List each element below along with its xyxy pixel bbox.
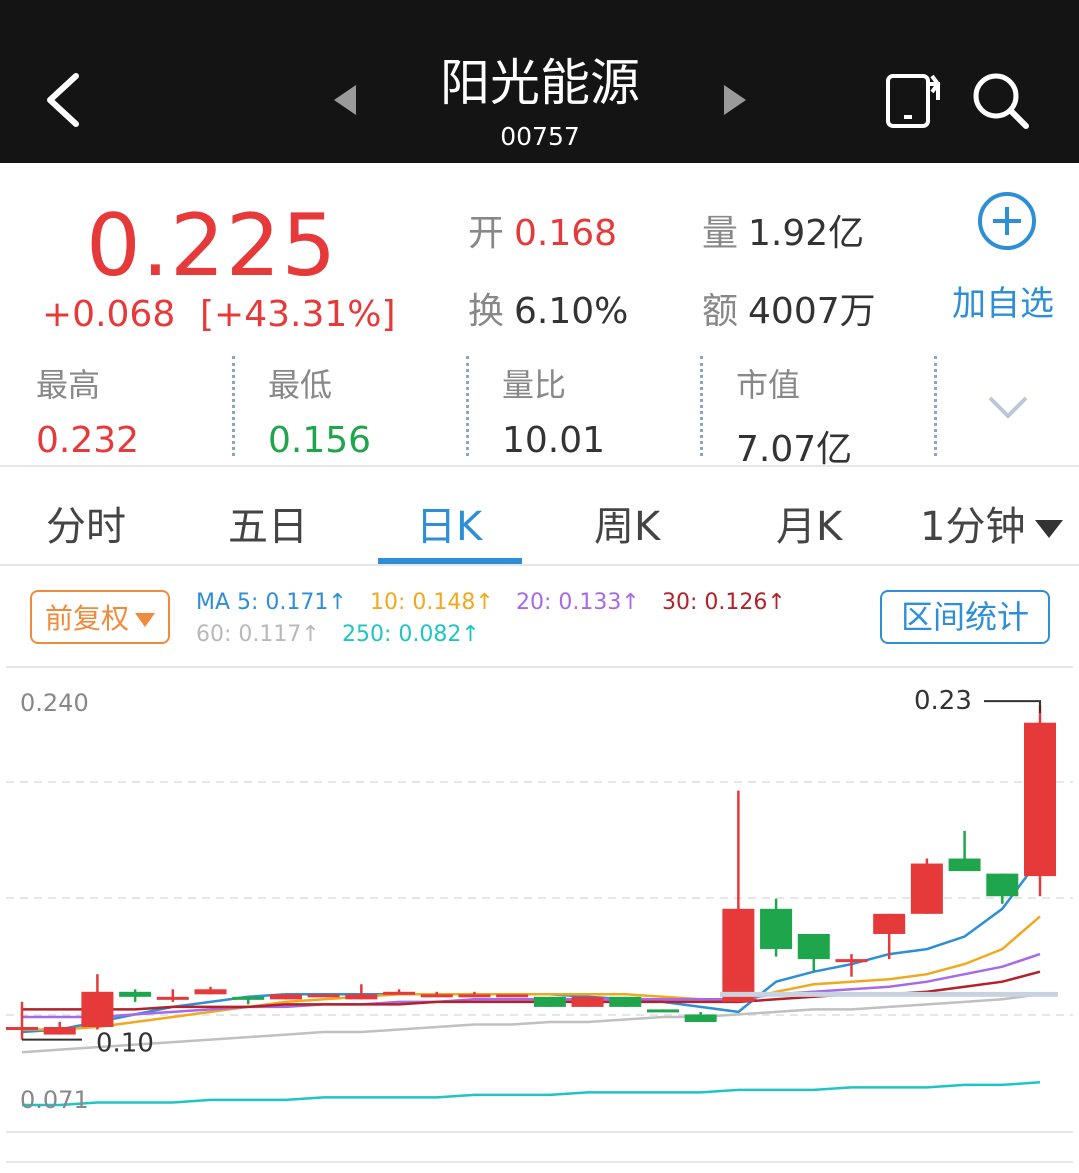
candle-body xyxy=(948,858,981,872)
range-statistics-button[interactable]: 区间统计 xyxy=(880,590,1050,644)
stat-label: 量比 xyxy=(502,366,567,404)
add-watchlist-button[interactable]: 加自选 xyxy=(952,276,1054,325)
candle-body xyxy=(496,994,529,998)
open-label: 开 xyxy=(468,213,505,254)
candle-body xyxy=(420,994,453,998)
candle-body xyxy=(797,933,830,960)
candle-body xyxy=(835,959,868,963)
search-icon[interactable] xyxy=(970,70,1032,132)
y-axis-top-label: 0.240 xyxy=(20,689,89,717)
adjust-label: 前复权 xyxy=(44,602,129,635)
tab-minute-dropdown[interactable]: 1分钟 xyxy=(920,494,1064,552)
candle-body xyxy=(43,1027,76,1035)
add-circle-icon[interactable] xyxy=(976,190,1038,252)
candle-body xyxy=(646,1009,679,1013)
divider xyxy=(934,356,937,456)
stat-value: 10.01 xyxy=(502,420,606,461)
tab-five-day[interactable]: 五日 xyxy=(228,494,308,552)
phone-switch-icon[interactable] xyxy=(884,70,944,130)
tab-weekly-k[interactable]: 周K xyxy=(594,494,660,552)
candle-body xyxy=(156,996,189,1000)
candle-body xyxy=(383,991,416,995)
back-arrow-icon[interactable] xyxy=(40,68,90,132)
candle-body xyxy=(873,913,906,934)
volume-value: 1.92亿 xyxy=(748,213,865,254)
ma-lines xyxy=(21,857,1042,1107)
dropdown-triangle-icon xyxy=(135,613,155,627)
divider xyxy=(232,356,235,456)
candle-body xyxy=(194,989,227,995)
candle-body xyxy=(81,991,114,1028)
divider xyxy=(700,356,703,456)
stat-value: 0.156 xyxy=(268,420,372,461)
ma-line-ma30 xyxy=(22,970,1041,1011)
candle-body xyxy=(910,863,943,914)
candle-body xyxy=(760,908,793,950)
ma250-label: 250: 0.082↑ xyxy=(342,622,480,647)
candle-body xyxy=(345,994,378,1000)
ma20-label: 20: 0.133↑ xyxy=(516,590,640,615)
tab-daily-k[interactable]: 日K xyxy=(416,494,482,552)
candle-body xyxy=(986,873,1019,897)
turnover-value: 6.10% xyxy=(514,291,629,332)
tab-monthly-k[interactable]: 月K xyxy=(776,494,842,552)
tab-intraday[interactable]: 分时 xyxy=(46,494,126,552)
stat-high: 最高 0.232 xyxy=(36,360,236,461)
price-change: +0.068 xyxy=(42,294,176,335)
next-stock-icon[interactable] xyxy=(724,85,746,115)
candle-body xyxy=(533,996,566,1007)
ma60-label: 60: 0.117↑ xyxy=(196,622,320,647)
candle-body xyxy=(6,1027,38,1031)
candle-body xyxy=(458,994,491,998)
candle-body xyxy=(232,996,265,1000)
chevron-down-icon[interactable] xyxy=(986,392,1030,422)
ma30-label: 30: 0.126↑ xyxy=(662,590,786,615)
candle-body xyxy=(307,994,340,998)
stat-market-cap: 市值 7.07亿 xyxy=(736,360,936,472)
stat-low: 最低 0.156 xyxy=(268,360,468,461)
ma-line-ma250 xyxy=(22,1081,1041,1107)
turnover-label: 换 xyxy=(468,291,505,332)
candle-body xyxy=(269,994,302,1000)
stat-volume-ratio: 量比 10.01 xyxy=(502,360,702,461)
amount: 额 4007万 xyxy=(702,282,876,334)
candle-body xyxy=(684,1014,717,1022)
candle-body xyxy=(571,996,604,1007)
chart-labels: 0.240 0.071 0.23 0.10 xyxy=(20,686,1058,1114)
candles xyxy=(6,705,1056,1040)
min-price-marker: 0.10 xyxy=(96,1029,154,1059)
divider xyxy=(466,356,469,456)
ma10-label: 10: 0.148↑ xyxy=(370,590,494,615)
amount-value: 4007万 xyxy=(748,291,876,332)
stat-label: 最高 xyxy=(36,366,101,404)
candlestick-chart[interactable]: 0.240 0.071 0.23 0.10 xyxy=(0,665,1079,1173)
max-marker-line xyxy=(984,700,1041,714)
current-price: 0.225 xyxy=(86,196,338,296)
volume-label: 量 xyxy=(702,213,739,254)
open-value: 0.168 xyxy=(514,213,618,254)
max-price-marker: 0.23 xyxy=(914,686,972,716)
adjust-dropdown[interactable]: 前复权 xyxy=(30,590,170,644)
open-price: 开 0.168 xyxy=(468,204,617,256)
y-axis-bottom-label: 0.071 xyxy=(20,1086,89,1114)
section-divider xyxy=(0,465,1079,467)
dropdown-triangle-icon xyxy=(1035,520,1064,538)
section-divider xyxy=(0,564,1079,566)
volume: 量 1.92亿 xyxy=(702,204,864,256)
candle-body xyxy=(722,908,755,1002)
turnover: 换 6.10% xyxy=(468,282,628,334)
stock-code: 00757 xyxy=(500,122,580,151)
tab-minute-label: 1分钟 xyxy=(920,504,1026,550)
candle-body xyxy=(609,996,642,1007)
ma5-label: MA 5: 0.171↑ xyxy=(196,590,347,615)
stat-value: 0.232 xyxy=(36,420,140,461)
top-bar: 阳光能源 00757 xyxy=(0,0,1079,163)
stat-label: 市值 xyxy=(736,366,801,404)
price-change-percent: [+43.31%] xyxy=(200,294,396,335)
stat-label: 最低 xyxy=(268,366,333,404)
candle-body xyxy=(119,991,152,997)
amount-label: 额 xyxy=(702,291,739,332)
candle-body xyxy=(1024,722,1056,877)
stock-name: 阳光能源 xyxy=(440,54,640,112)
